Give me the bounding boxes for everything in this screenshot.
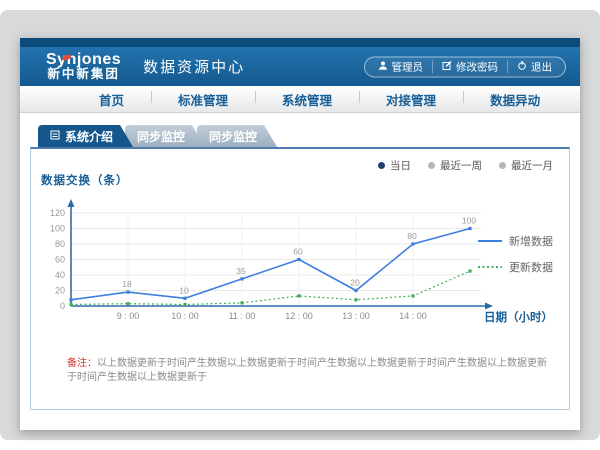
svg-text:20: 20 — [350, 278, 360, 288]
user-menu-item-2[interactable]: 退出 — [507, 60, 561, 73]
svg-text:80: 80 — [55, 239, 65, 249]
tab-1[interactable]: 同步监控 — [125, 125, 205, 147]
nav-item-4[interactable]: 数据异动 — [463, 90, 567, 109]
app-window: Synjones 新中新集团 数据资源中心 管理员修改密码退出 首页标准管理系统… — [20, 38, 580, 430]
brand-logo-en: Synjones — [46, 52, 121, 69]
filter-1[interactable]: 最近一周 — [428, 158, 482, 173]
svg-text:100: 100 — [50, 224, 65, 234]
x-axis-title: 日期（小时） — [484, 309, 553, 325]
note-text: 以上数据更新于时间产生数据以上数据更新于时间产生数据以上数据更新于时间产生数据以… — [67, 358, 547, 383]
user-menu: 管理员 修改密码 退出 — [364, 56, 567, 77]
tab-label: 系统介绍 — [65, 128, 113, 145]
nav-item-1[interactable]: 标准管理 — [151, 90, 255, 109]
filter-label: 最近一周 — [440, 158, 482, 173]
edit-icon — [442, 60, 452, 73]
svg-text:35: 35 — [236, 266, 246, 276]
tab-0[interactable]: 系统介绍 — [38, 125, 133, 147]
radio-icon — [428, 162, 435, 169]
svg-text:10: 10 — [179, 285, 189, 295]
filter-label: 最近一月 — [511, 158, 553, 173]
time-range-filters: 当日 最近一周 最近一月 — [378, 158, 553, 173]
svg-text:14 : 00: 14 : 00 — [399, 311, 427, 321]
legend-entry-1[interactable]: 更新数据 — [478, 259, 553, 275]
tab-label: 同步监控 — [209, 128, 257, 145]
logout-icon — [517, 60, 527, 73]
svg-text:0: 0 — [60, 301, 65, 311]
tab-bar: 系统介绍 同步监控 同步监控 — [20, 125, 580, 147]
filter-label: 当日 — [390, 158, 411, 173]
line-chart: 0 20 40 60 80 100 120 9 : 00 10 : 00 11 : 00 12 : … — [41, 191, 499, 323]
svg-text:12 : 00: 12 : 00 — [285, 311, 313, 321]
user-menu-label: 修改密码 — [456, 59, 498, 74]
y-axis-title: 数据交换（条） — [41, 172, 129, 188]
svg-text:60: 60 — [293, 247, 303, 257]
radio-selected-icon — [378, 162, 385, 169]
svg-text:9 : 00: 9 : 00 — [117, 311, 140, 321]
doc-icon — [50, 129, 60, 143]
content-panel: 当日 最近一周 最近一月 数据交换（条） 0 20 40 60 80 100 120 9 : 00… — [30, 147, 570, 410]
svg-text:120: 120 — [50, 208, 65, 218]
radio-icon — [499, 162, 506, 169]
legend-label: 更新数据 — [509, 259, 553, 275]
user-menu-item-1[interactable]: 修改密码 — [432, 60, 507, 73]
svg-text:13 : 00: 13 : 00 — [342, 311, 370, 321]
brand-logo-cn: 新中新集团 — [46, 68, 121, 81]
svg-text:60: 60 — [55, 255, 65, 265]
chart-legend: 新增数据更新数据 — [478, 233, 553, 275]
user-icon — [378, 60, 388, 73]
svg-text:100: 100 — [462, 216, 476, 226]
filter-0[interactable]: 当日 — [378, 158, 411, 173]
footer-note: 备注：以上数据更新于时间产生数据以上数据更新于时间产生数据以上数据更新于时间产生… — [67, 357, 547, 385]
legend-label: 新增数据 — [509, 233, 553, 249]
svg-text:20: 20 — [55, 286, 65, 296]
top-strip — [20, 38, 580, 47]
nav-item-3[interactable]: 对接管理 — [359, 90, 463, 109]
tab-label: 同步监控 — [137, 128, 185, 145]
filter-2[interactable]: 最近一月 — [499, 158, 553, 173]
note-label: 备注： — [67, 358, 97, 369]
page-title: 数据资源中心 — [143, 56, 245, 77]
brand-logo: Synjones 新中新集团 — [46, 52, 121, 82]
svg-text:10 : 00: 10 : 00 — [171, 311, 199, 321]
svg-text:18: 18 — [122, 279, 132, 289]
user-menu-item-0[interactable]: 管理员 — [369, 60, 433, 73]
main-nav: 首页标准管理系统管理对接管理数据异动 — [20, 86, 580, 113]
nav-item-2[interactable]: 系统管理 — [255, 90, 359, 109]
nav-item-0[interactable]: 首页 — [72, 90, 151, 109]
svg-text:40: 40 — [55, 270, 65, 280]
user-menu-label: 管理员 — [392, 59, 424, 74]
tab-2[interactable]: 同步监控 — [197, 125, 277, 147]
legend-line-sample — [478, 264, 502, 270]
svg-text:80: 80 — [407, 231, 417, 241]
user-menu-label: 退出 — [531, 59, 552, 74]
legend-entry-0[interactable]: 新增数据 — [478, 233, 553, 249]
chart-container: 0 20 40 60 80 100 120 9 : 00 10 : 00 11 : 00 12 : … — [41, 191, 499, 328]
legend-line-sample — [478, 238, 502, 244]
app-header: Synjones 新中新集团 数据资源中心 管理员 修改密码 退出 — [20, 47, 580, 86]
svg-text:11 : 00: 11 : 00 — [229, 311, 256, 321]
